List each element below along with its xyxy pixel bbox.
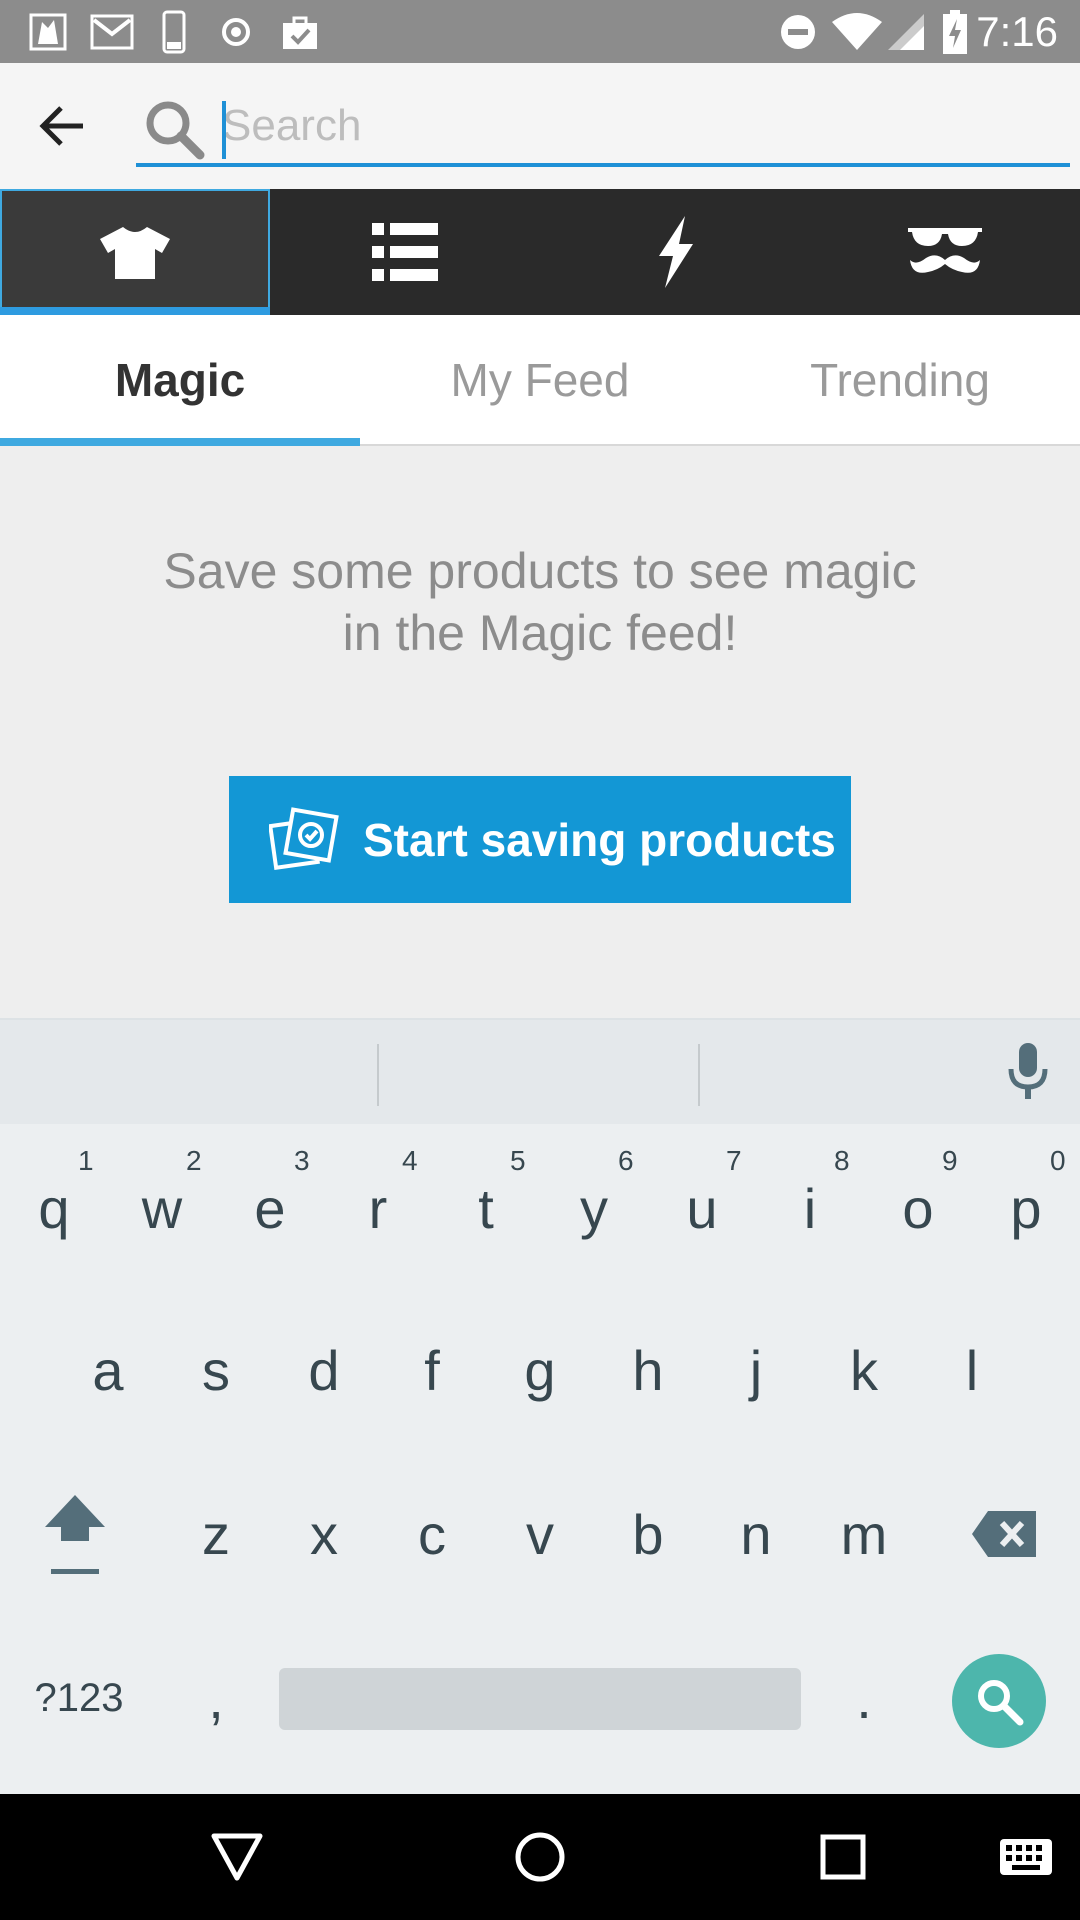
key-hint-5: 5 [510,1145,526,1176]
key-v[interactable]: v [486,1474,594,1594]
nav-back-icon [211,1833,263,1881]
start-saving-button[interactable]: Start saving products [229,776,851,903]
key-c[interactable]: c [378,1474,486,1594]
key-n[interactable]: n [702,1474,810,1594]
empty-state-message: Save some products to see magic in the M… [90,540,990,664]
backspace-key[interactable] [950,1474,1060,1594]
phone-icon [158,10,190,54]
system-nav-bar [0,1794,1080,1920]
key-j[interactable]: j [702,1310,810,1430]
search-icon [978,1680,1024,1726]
tab-lightning[interactable] [540,189,810,315]
suggestion-divider [377,1044,379,1106]
shift-icon [45,1495,105,1574]
key-hint-3: 3 [294,1145,310,1176]
key-b[interactable]: b [594,1474,702,1594]
microphone-icon [1008,1043,1048,1099]
feed-tabs: Magic My Feed Trending [0,315,1080,446]
key-x[interactable]: x [270,1474,378,1594]
keyboard-icon [1000,1839,1052,1875]
search-input[interactable] [222,93,1042,159]
nav-home-icon [515,1832,565,1882]
battery-charging-icon [940,10,970,54]
key-g[interactable]: g [486,1310,594,1430]
photo-icon [26,10,70,54]
key-hint-1: 1 [78,1145,94,1176]
lightning-icon [659,216,693,288]
signal-icon [886,10,926,54]
nav-recents-button[interactable] [810,1824,876,1890]
category-tabs [0,189,1080,315]
key-hint-2: 2 [186,1145,202,1176]
back-arrow-icon [39,106,83,146]
voice-input-button[interactable] [996,1040,1060,1104]
empty-state-line2: in the Magic feed! [342,605,738,661]
saved-photos-icon [269,806,339,870]
key-hint-8: 8 [834,1145,850,1176]
tab-clothing[interactable] [0,189,270,315]
suggestion-strip [0,1018,1080,1124]
keyboard-search-button[interactable] [952,1654,1046,1748]
tab-trending[interactable]: Trending [720,315,1080,444]
backspace-icon [972,1511,1036,1557]
nav-recents-icon [820,1834,866,1880]
tab-magic[interactable]: Magic [0,315,360,446]
record-icon [218,10,254,54]
key-d[interactable]: d [270,1310,378,1430]
keyboard-switch-button[interactable] [996,1824,1056,1890]
clipboard-check-icon [278,10,322,54]
shift-key[interactable] [20,1474,130,1594]
key-f[interactable]: f [378,1310,486,1430]
nav-home-button[interactable] [507,1824,573,1890]
key-hint-0: 0 [1050,1145,1066,1176]
suggestion-divider [698,1044,700,1106]
text-caret [222,101,226,159]
key-a[interactable]: a [54,1310,162,1430]
empty-state-line1: Save some products to see magic [163,543,917,599]
search-icon [146,101,205,160]
status-bar: 7:16 [0,0,1080,63]
key-hint-6: 6 [618,1145,634,1176]
key-s[interactable]: s [162,1310,270,1430]
tab-my-feed[interactable]: My Feed [360,315,720,444]
tshirt-icon [100,227,170,279]
soft-keyboard: q w e r t y u i o p 1 2 3 4 5 6 7 8 9 0 … [0,1018,1080,1794]
tab-list[interactable] [270,189,540,315]
period-key[interactable]: . [810,1638,918,1758]
wifi-icon [830,10,884,54]
tab-style[interactable] [810,189,1080,315]
comma-key[interactable]: , [162,1638,270,1758]
start-saving-label: Start saving products [363,813,836,866]
key-h[interactable]: h [594,1310,702,1430]
search-header [0,63,1080,189]
search-field[interactable] [136,87,1070,167]
status-time: 7:16 [976,8,1058,55]
key-k[interactable]: k [810,1310,918,1430]
back-button[interactable] [30,96,96,156]
gmail-icon [88,10,136,54]
nav-back-button[interactable] [204,1824,270,1890]
spacebar[interactable] [279,1668,801,1730]
key-l[interactable]: l [918,1310,1026,1430]
key-hint-4: 4 [402,1145,418,1176]
key-hint-7: 7 [726,1145,742,1176]
symbols-key[interactable]: ?123 [14,1638,144,1758]
do-not-disturb-icon [778,10,818,54]
key-z[interactable]: z [162,1474,270,1594]
mustache-glasses-icon [908,228,982,273]
key-hint-9: 9 [942,1145,958,1176]
list-icon [372,223,438,281]
key-m[interactable]: m [810,1474,918,1594]
